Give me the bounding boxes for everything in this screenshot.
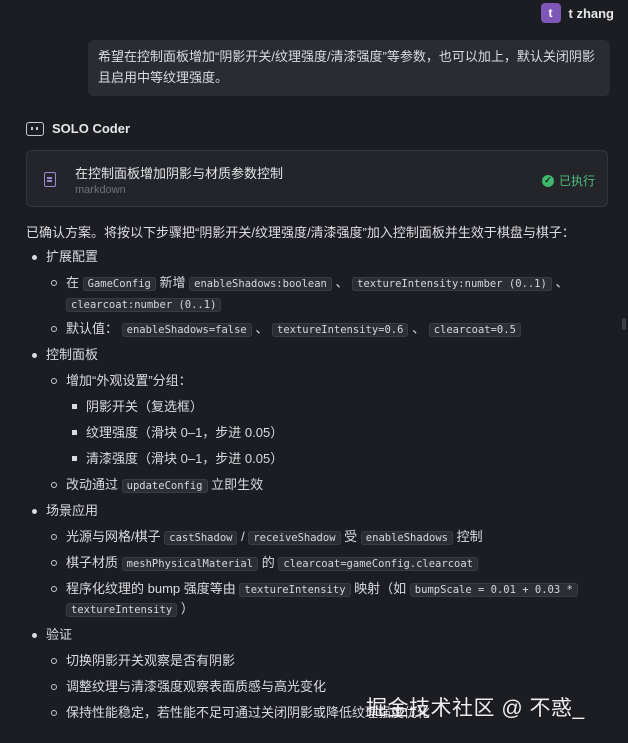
- bullet: [51, 586, 57, 592]
- code: textureIntensity: [66, 603, 178, 617]
- code: clearcoat:number (0..1): [66, 298, 222, 312]
- bullet: [51, 482, 57, 488]
- scrollbar-thumb[interactable]: [622, 318, 626, 330]
- list-item: 默认值： enableShadows=false 、 textureIntens…: [66, 319, 521, 340]
- code: enableShadows:boolean: [189, 277, 332, 291]
- code: bumpScale = 0.01 + 0.03 *: [409, 583, 578, 597]
- list-item: 调整纹理与清漆强度观察表面质感与高光变化: [66, 679, 327, 694]
- code: receiveShadow: [248, 531, 341, 545]
- code: clearcoat=0.5: [428, 323, 521, 337]
- bullet: [72, 456, 77, 461]
- bullet: [51, 710, 57, 716]
- code: updateConfig: [121, 479, 208, 493]
- text: 、: [412, 321, 426, 336]
- text: 新增: [159, 275, 186, 290]
- list-item: 棋子材质 meshPhysicalMaterial 的 clearcoat=ga…: [66, 553, 478, 574]
- bullet: [32, 509, 37, 514]
- bullet: [51, 378, 57, 384]
- text: 的: [261, 555, 275, 570]
- text: 、: [555, 275, 569, 290]
- bullet: [72, 404, 77, 409]
- text: 程序化纹理的 bump 强度等由: [66, 581, 236, 596]
- bullet: [32, 353, 37, 358]
- code: textureIntensity:number (0..1): [352, 277, 552, 291]
- code: GameConfig: [82, 277, 156, 291]
- code: textureIntensity: [239, 583, 351, 597]
- bullet: [51, 658, 57, 664]
- bullet: [51, 280, 57, 286]
- text: /: [241, 529, 245, 544]
- text: 在: [66, 275, 80, 290]
- text: 改动通过: [66, 477, 119, 492]
- section-title: 场景应用: [46, 503, 99, 518]
- bullet: [51, 560, 57, 566]
- bullet: [72, 430, 77, 435]
- list-item-cont: clearcoat:number (0..1): [66, 294, 222, 315]
- bullet: [32, 255, 37, 260]
- watermark: 掘金技术社区 @ 不惑_: [366, 697, 585, 720]
- list-item: 程序化纹理的 bump 强度等由 textureIntensity 映射（如 b…: [66, 579, 578, 600]
- list-item: 清漆强度（滑块 0–1，步进 0.05）: [86, 451, 284, 466]
- text: 、: [335, 275, 349, 290]
- list-item: 改动通过 updateConfig 立即生效: [66, 475, 263, 496]
- code: clearcoat=gameConfig.clearcoat: [278, 557, 478, 571]
- text: 映射（如: [354, 581, 407, 596]
- text: 立即生效: [211, 477, 264, 492]
- list-item: 阴影开关（复选框）: [86, 399, 204, 414]
- code: castShadow: [164, 531, 238, 545]
- code: meshPhysicalMaterial: [121, 557, 259, 571]
- text: 受: [344, 529, 358, 544]
- code: enableShadows=false: [121, 323, 252, 337]
- code: enableShadows: [360, 531, 453, 545]
- list-item-cont: textureIntensity ）: [66, 599, 194, 620]
- plan-list: 扩展配置 在 GameConfig 新增 enableShadows:boole…: [0, 0, 628, 743]
- text: ）: [180, 601, 194, 616]
- list-item: 纹理强度（滑块 0–1，步进 0.05）: [86, 425, 284, 440]
- bullet: [51, 684, 57, 690]
- text: 、: [255, 321, 269, 336]
- text: 光源与网格/棋子: [66, 529, 161, 544]
- section-title: 扩展配置: [46, 249, 99, 264]
- list-item: 增加“外观设置”分组：: [66, 373, 192, 388]
- list-item: 在 GameConfig 新增 enableShadows:boolean 、 …: [66, 273, 568, 294]
- bullet: [51, 534, 57, 540]
- list-item: 光源与网格/棋子 castShadow / receiveShadow 受 en…: [66, 527, 483, 548]
- section-title: 验证: [46, 627, 73, 642]
- text: 默认值：: [66, 321, 119, 336]
- text: 控制: [456, 529, 483, 544]
- text: 棋子材质: [66, 555, 119, 570]
- bullet: [51, 326, 57, 332]
- list-item: 切换阴影开关观察是否有阴影: [66, 653, 236, 668]
- bullet: [32, 633, 37, 638]
- section-title: 控制面板: [46, 347, 99, 362]
- code: textureIntensity=0.6: [272, 323, 409, 337]
